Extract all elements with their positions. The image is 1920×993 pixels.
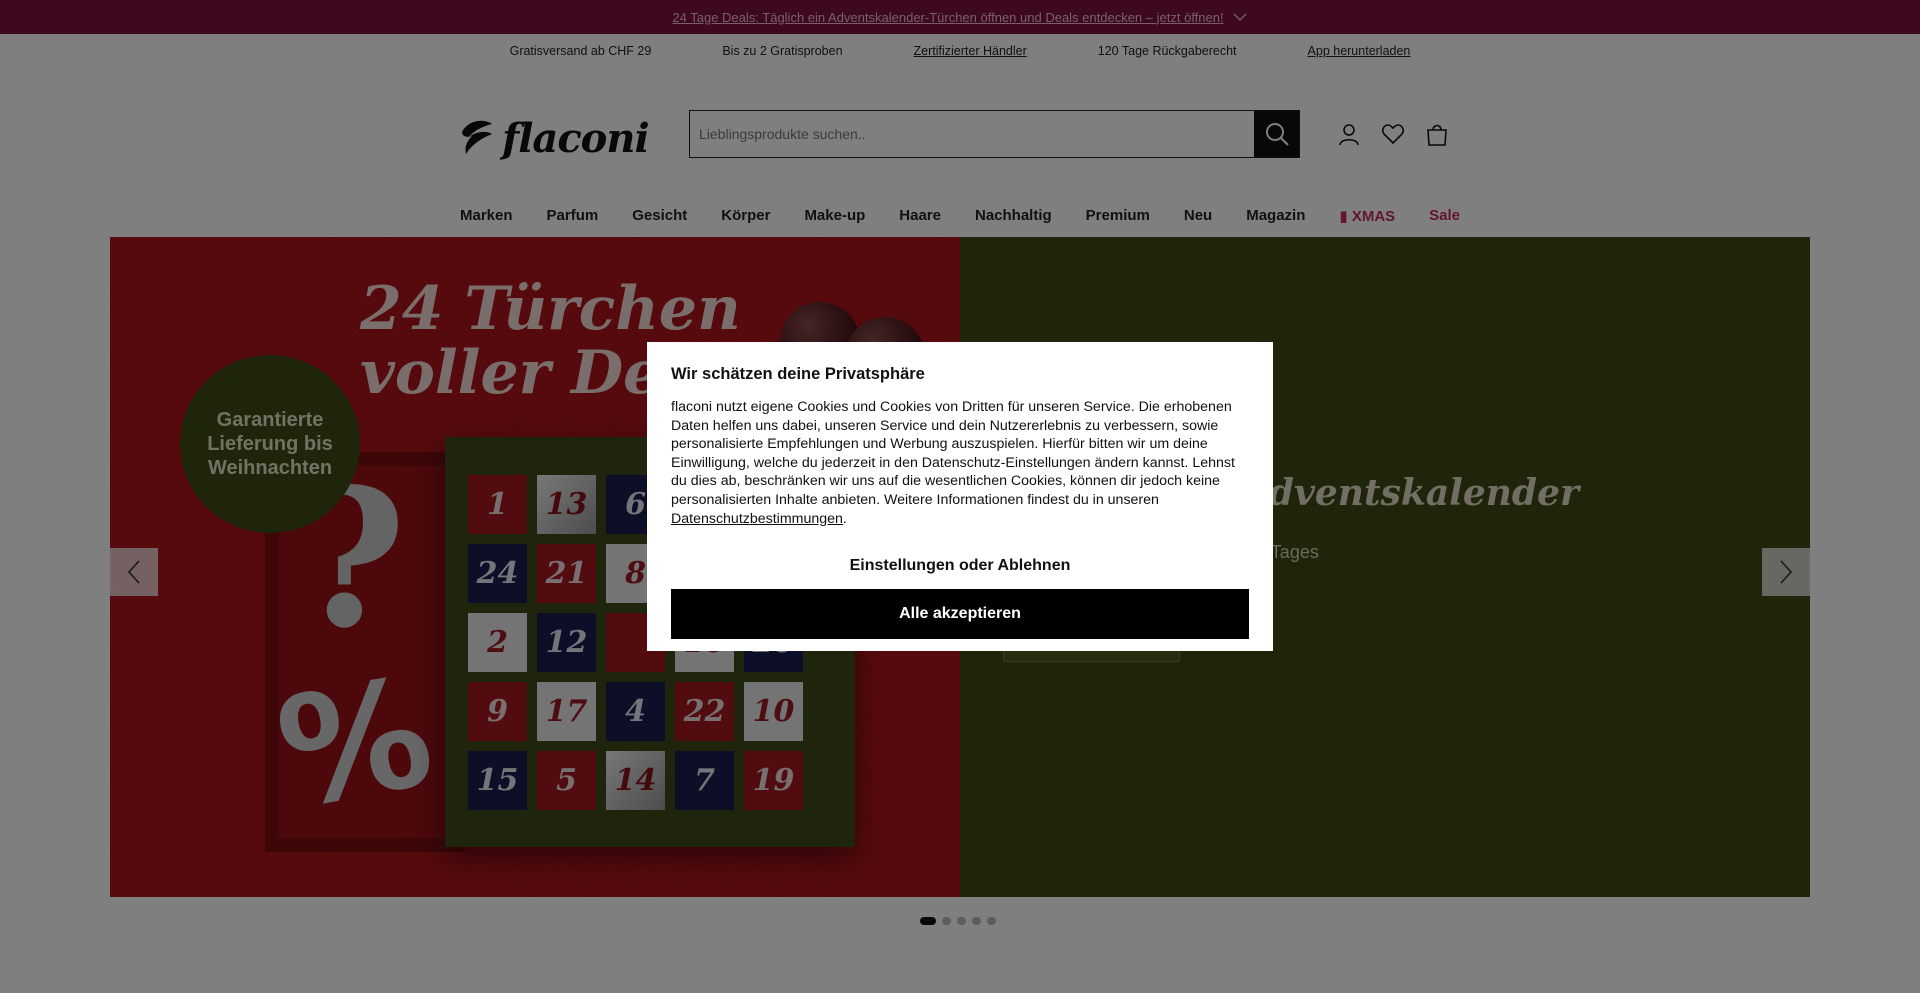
cookie-consent-dialog: Wir schätzen deine Privatsphäre flaconi …: [647, 342, 1273, 651]
cookie-dialog-text: flaconi nutzt eigene Cookies und Cookies…: [671, 398, 1249, 528]
cookie-dialog-body-end: .: [842, 510, 847, 527]
privacy-policy-link[interactable]: Datenschutzbestimmungen: [671, 511, 843, 527]
cookie-dialog-body: flaconi nutzt eigene Cookies und Cookies…: [671, 399, 1235, 508]
cookie-dialog-title: Wir schätzen deine Privatsphäre: [671, 365, 925, 383]
accept-all-button[interactable]: Alle akzeptieren: [671, 589, 1249, 639]
settings-or-decline-button[interactable]: Einstellungen oder Ablehnen: [671, 554, 1249, 578]
